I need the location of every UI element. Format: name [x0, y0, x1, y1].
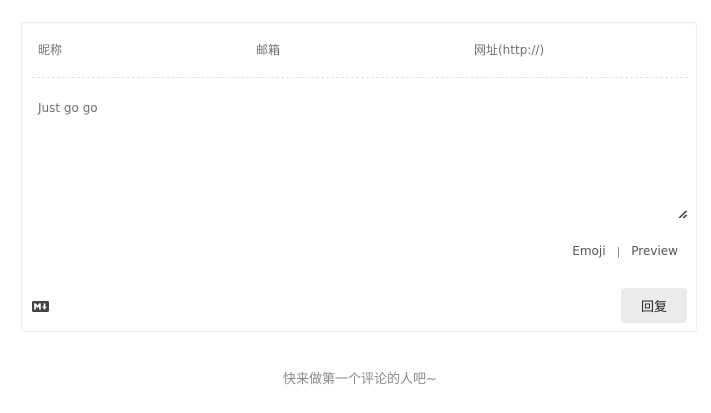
comment-panel: Emoji | Preview 回复: [21, 22, 697, 332]
markdown-icon[interactable]: [32, 301, 49, 312]
email-input[interactable]: [250, 23, 468, 77]
comment-textarea[interactable]: [32, 89, 688, 219]
comment-header: [32, 23, 688, 78]
nickname-input[interactable]: [32, 23, 250, 77]
reply-button[interactable]: 回复: [621, 288, 687, 323]
empty-comments-text: 快来做第一个评论的人吧~: [283, 372, 437, 387]
resize-handle-icon[interactable]: [677, 209, 687, 219]
editor-toolbar: Emoji | Preview: [572, 243, 678, 259]
preview-button[interactable]: Preview: [631, 244, 678, 258]
website-input[interactable]: [468, 23, 688, 77]
toolbar-separator: |: [616, 244, 621, 258]
emoji-button[interactable]: Emoji: [572, 244, 605, 258]
